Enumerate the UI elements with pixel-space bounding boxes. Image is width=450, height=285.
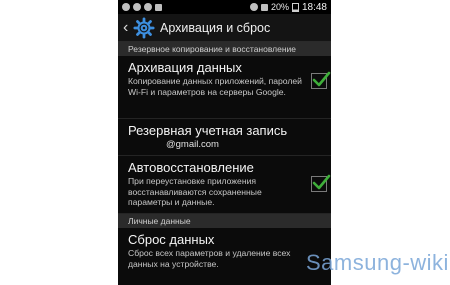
- settings-icon: [144, 3, 152, 11]
- back-chevron-icon[interactable]: ‹: [123, 19, 133, 36]
- setting-title: Сброс данных: [128, 232, 215, 247]
- account-email: @gmail.com: [166, 139, 219, 150]
- sync-icon: [133, 3, 141, 11]
- phone-screen: 20% 18:48 ‹ Архивация и сброс Резервное …: [118, 0, 331, 285]
- archive-checkbox[interactable]: [311, 71, 331, 89]
- setting-archive-data[interactable]: Архивация данных Копирование данных прил…: [118, 56, 331, 119]
- setting-description: Копирование данных приложений, паролей W…: [128, 76, 302, 97]
- setting-title: Резервная учетная запись: [128, 123, 288, 138]
- restore-checkbox[interactable]: [311, 174, 331, 192]
- setting-description: При переустановке приложения восстанавли…: [128, 176, 262, 207]
- setting-backup-account[interactable]: Резервная учетная запись @gmail.com: [118, 119, 331, 156]
- setting-title: Автовосстановление: [128, 160, 254, 175]
- section-header-backup: Резервное копирование и восстановление: [118, 42, 331, 56]
- notification-icon: [122, 3, 130, 11]
- section-header-personal: Личные данные: [118, 214, 331, 228]
- setting-auto-restore[interactable]: Автовосстановление При переустановке при…: [118, 156, 331, 214]
- status-bar: 20% 18:48: [118, 0, 331, 14]
- watermark-text: Samsung-wiki: [306, 250, 449, 275]
- action-bar: ‹ Архивация и сброс: [118, 14, 331, 42]
- battery-percent: 20%: [270, 2, 289, 12]
- setting-title: Архивация данных: [128, 60, 242, 75]
- setting-description: Сброс всех параметров и удаление всех да…: [128, 248, 291, 269]
- clock: 18:48: [301, 1, 327, 13]
- checkmark-icon: [312, 71, 331, 87]
- settings-gear-icon[interactable]: [133, 16, 155, 39]
- checkmark-icon: [312, 174, 331, 190]
- setting-factory-reset[interactable]: Сброс данных Сброс всех параметров и уда…: [118, 228, 331, 273]
- battery-icon: [291, 2, 299, 12]
- wifi-icon: [249, 3, 258, 11]
- download-icon: [155, 3, 162, 11]
- signal-icon: [260, 3, 268, 11]
- page-title: Архивация и сброс: [160, 20, 271, 35]
